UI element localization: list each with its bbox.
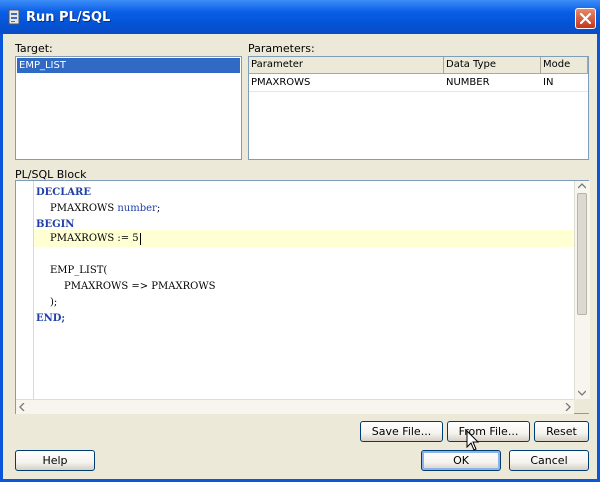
scroll-left-icon[interactable]: [19, 403, 25, 411]
parameters-label: Parameters:: [248, 42, 315, 55]
column-header-data-type[interactable]: Data Type: [444, 57, 541, 74]
plsql-code-editor[interactable]: DECLARE PMAXROWS number; BEGIN PMAXROWS …: [15, 180, 590, 414]
code-line-variable: PMAXROWS number;: [50, 203, 161, 214]
plsql-app-icon: [8, 9, 20, 25]
parameters-table: Parameter Data Type Mode PMAXROWS NUMBER…: [248, 56, 589, 160]
help-button[interactable]: Help: [15, 450, 95, 471]
target-label: Target:: [15, 42, 53, 55]
param-mode-cell[interactable]: IN: [541, 75, 553, 91]
close-button[interactable]: [575, 8, 596, 29]
scroll-up-icon[interactable]: [578, 183, 586, 189]
scrollbar-corner: [574, 399, 589, 413]
horizontal-scrollbar[interactable]: [16, 399, 574, 414]
row-divider: [249, 91, 588, 92]
close-icon: [580, 13, 591, 24]
param-type-cell[interactable]: NUMBER: [444, 75, 490, 91]
window-title: Run PL/SQL: [26, 10, 111, 25]
column-header-mode[interactable]: Mode: [541, 57, 588, 74]
param-name-cell[interactable]: PMAXROWS: [249, 75, 310, 91]
title-bar[interactable]: Run PL/SQL: [0, 0, 600, 34]
reset-button[interactable]: Reset: [534, 421, 589, 442]
code-line-declare: DECLARE: [36, 187, 91, 198]
text-caret: [139, 232, 141, 245]
mouse-pointer-icon: [466, 430, 480, 451]
target-list[interactable]: EMP_LIST: [15, 56, 242, 160]
cancel-button[interactable]: Cancel: [509, 450, 589, 471]
code-line-assignment: PMAXROWS := 5: [50, 232, 141, 245]
code-line-call: EMP_LIST(: [50, 265, 108, 276]
column-header-parameter[interactable]: Parameter: [249, 57, 444, 74]
scroll-right-icon[interactable]: [565, 403, 571, 411]
editor-gutter: [16, 181, 34, 401]
ok-button[interactable]: OK: [421, 450, 501, 471]
run-plsql-dialog: Run PL/SQL Target: EMP_LIST Parameters: …: [0, 0, 600, 482]
save-file-button[interactable]: Save File...: [360, 421, 443, 442]
code-line-end: END;: [36, 313, 66, 324]
code-line-close-paren: );: [50, 297, 58, 308]
from-file-button[interactable]: From File...: [447, 421, 530, 442]
vertical-scroll-thumb[interactable]: [577, 193, 587, 315]
target-item-emp-list[interactable]: EMP_LIST: [17, 58, 240, 73]
dialog-body: Target: EMP_LIST Parameters: Parameter D…: [3, 34, 597, 479]
vertical-scrollbar[interactable]: [574, 181, 590, 399]
code-line-argument: PMAXROWS => PMAXROWS: [64, 281, 216, 292]
scroll-down-icon[interactable]: [578, 390, 586, 396]
